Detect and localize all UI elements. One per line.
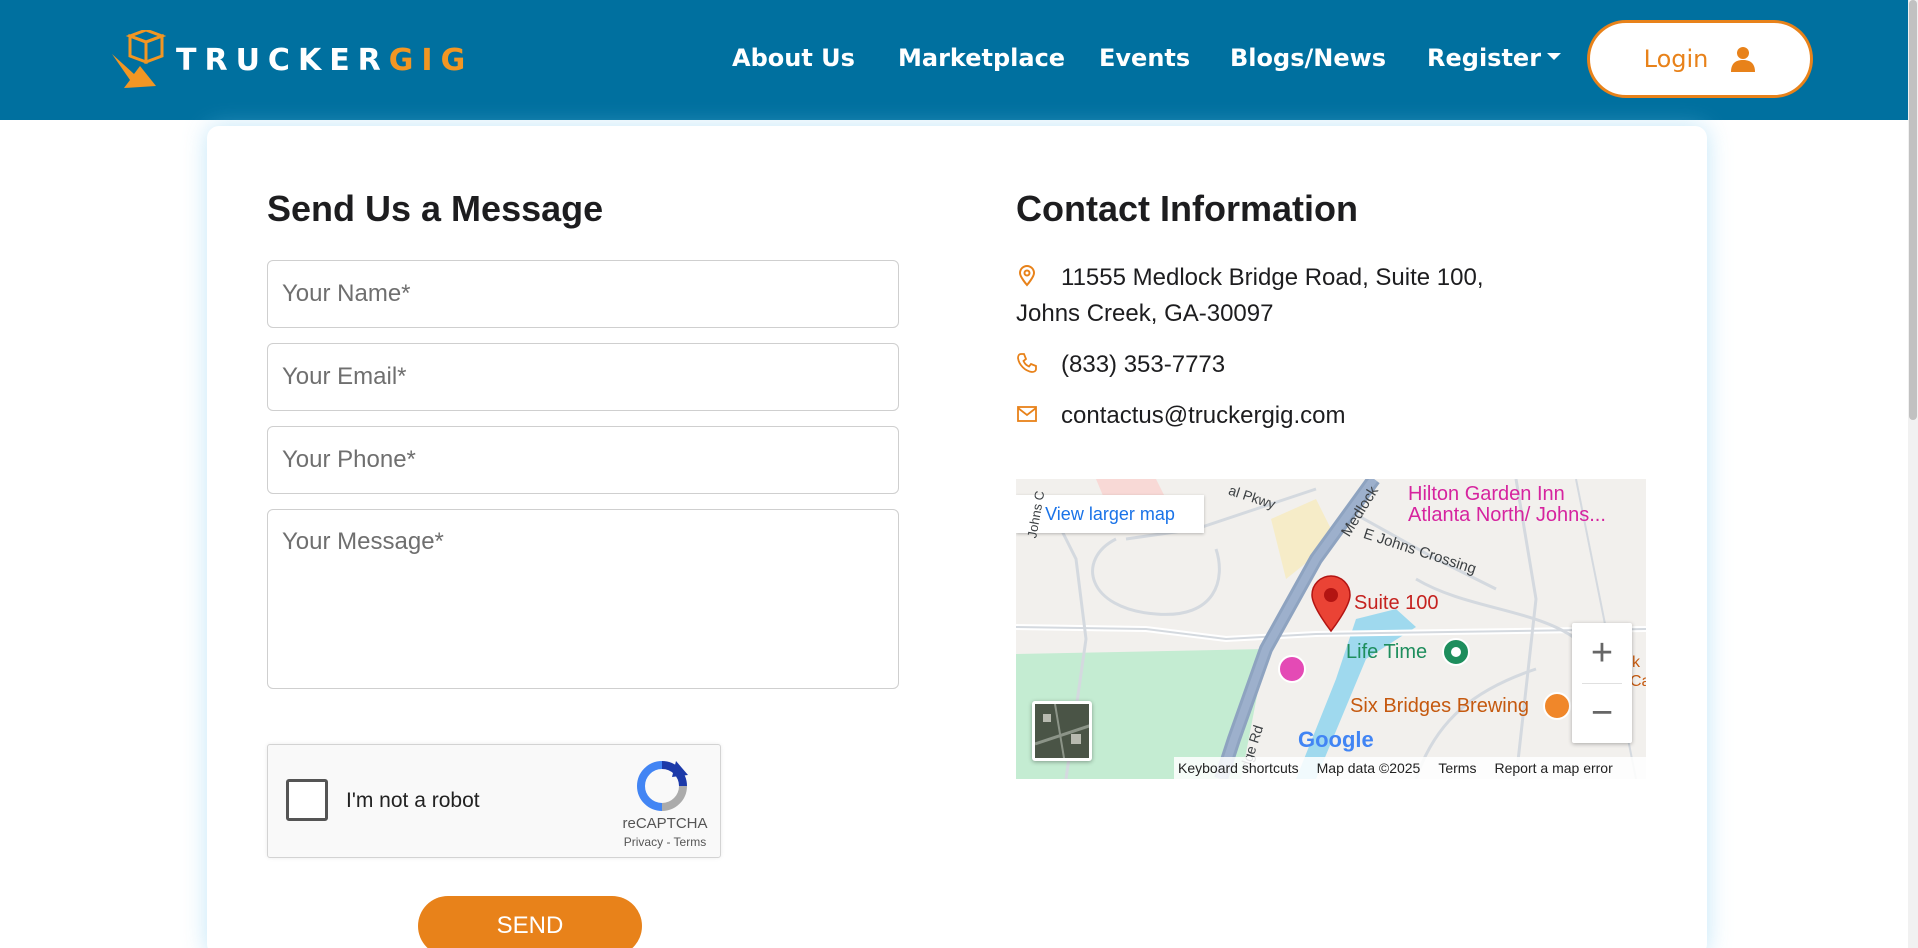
login-label: Login [1643,45,1709,73]
hotel-label-line-1[interactable]: Hilton Garden Inn [1408,483,1565,506]
box-logo-icon [112,30,167,88]
keyboard-shortcuts-link[interactable]: Keyboard shortcuts [1178,760,1299,776]
recaptcha-logo-icon [636,761,688,811]
edge-label-1: k [1632,654,1640,671]
phone-field[interactable] [267,426,899,494]
mail-icon [1017,406,1037,422]
user-icon [1731,47,1756,72]
nav-register-dropdown[interactable]: Register [1427,44,1562,72]
address-line-2: Johns Creek, GA-30097 [1016,300,1274,327]
zoom-out-icon[interactable]: − [1572,683,1632,743]
login-button[interactable]: Login [1587,20,1813,98]
nav-blogs-news[interactable]: Blogs/News [1230,44,1386,72]
brewery-label[interactable]: Six Bridges Brewing [1350,695,1529,718]
address-line-1: 11555 Medlock Bridge Road, Suite 100, [1061,264,1484,291]
gym-label[interactable]: Life Time [1346,641,1427,664]
nav-events[interactable]: Events [1099,44,1190,72]
google-map[interactable]: View larger map Hilton Garden Inn Atlant… [1016,479,1646,779]
satellite-thumbnail-icon [1035,704,1089,758]
name-field[interactable] [267,260,899,328]
brand-name: TRUCKERGIG [176,42,474,78]
email-field[interactable] [267,343,899,411]
view-larger-map-link[interactable]: View larger map [1045,504,1175,525]
caret-down-icon [1547,52,1562,60]
google-logo: Google [1298,727,1374,752]
form-title: Send Us a Message [267,188,604,229]
report-map-error-link[interactable]: Report a map error [1494,760,1612,776]
edge-label-2: Ca [1630,673,1646,690]
map-data-text: Map data ©2025 [1316,760,1421,776]
recaptcha-links[interactable]: Privacy - Terms [610,835,720,849]
recaptcha-widget: I'm not a robot reCAPTCHA Privacy - Term… [267,744,721,858]
email-address[interactable]: contactus@truckergig.com [1061,402,1345,430]
map-footer: Keyboard shortcuts Map data ©2025 Terms … [1174,757,1646,779]
register-label: Register [1427,44,1542,72]
recaptcha-checkbox[interactable] [286,779,328,821]
message-field[interactable] [267,509,899,689]
send-button[interactable]: SEND [418,896,642,948]
satellite-toggle[interactable] [1032,701,1092,761]
nav-marketplace[interactable]: Marketplace [898,44,1065,72]
site-header: TRUCKERGIG About Us Marketplace Events B… [0,0,1908,120]
recaptcha-brand: reCAPTCHA [622,815,708,832]
pin-label[interactable]: Suite 100 [1354,592,1439,615]
zoom-in-icon[interactable]: + [1572,623,1632,683]
phone-icon [1017,353,1037,373]
map-zoom-control: + − [1572,623,1632,743]
contact-title: Contact Information [1016,188,1358,229]
map-terms-link[interactable]: Terms [1438,760,1476,776]
nav-about-us[interactable]: About Us [732,44,855,72]
truckergig-logo[interactable]: TRUCKERGIG [110,30,473,90]
phone-number[interactable]: (833) 353-7773 [1061,351,1225,379]
recaptcha-label: I'm not a robot [346,789,480,812]
hotel-label-line-2[interactable]: Atlanta North/ Johns... [1408,504,1606,527]
page-scrollbar[interactable] [1908,0,1918,948]
location-pin-icon [1018,265,1036,287]
scrollbar-thumb[interactable] [1909,0,1917,420]
